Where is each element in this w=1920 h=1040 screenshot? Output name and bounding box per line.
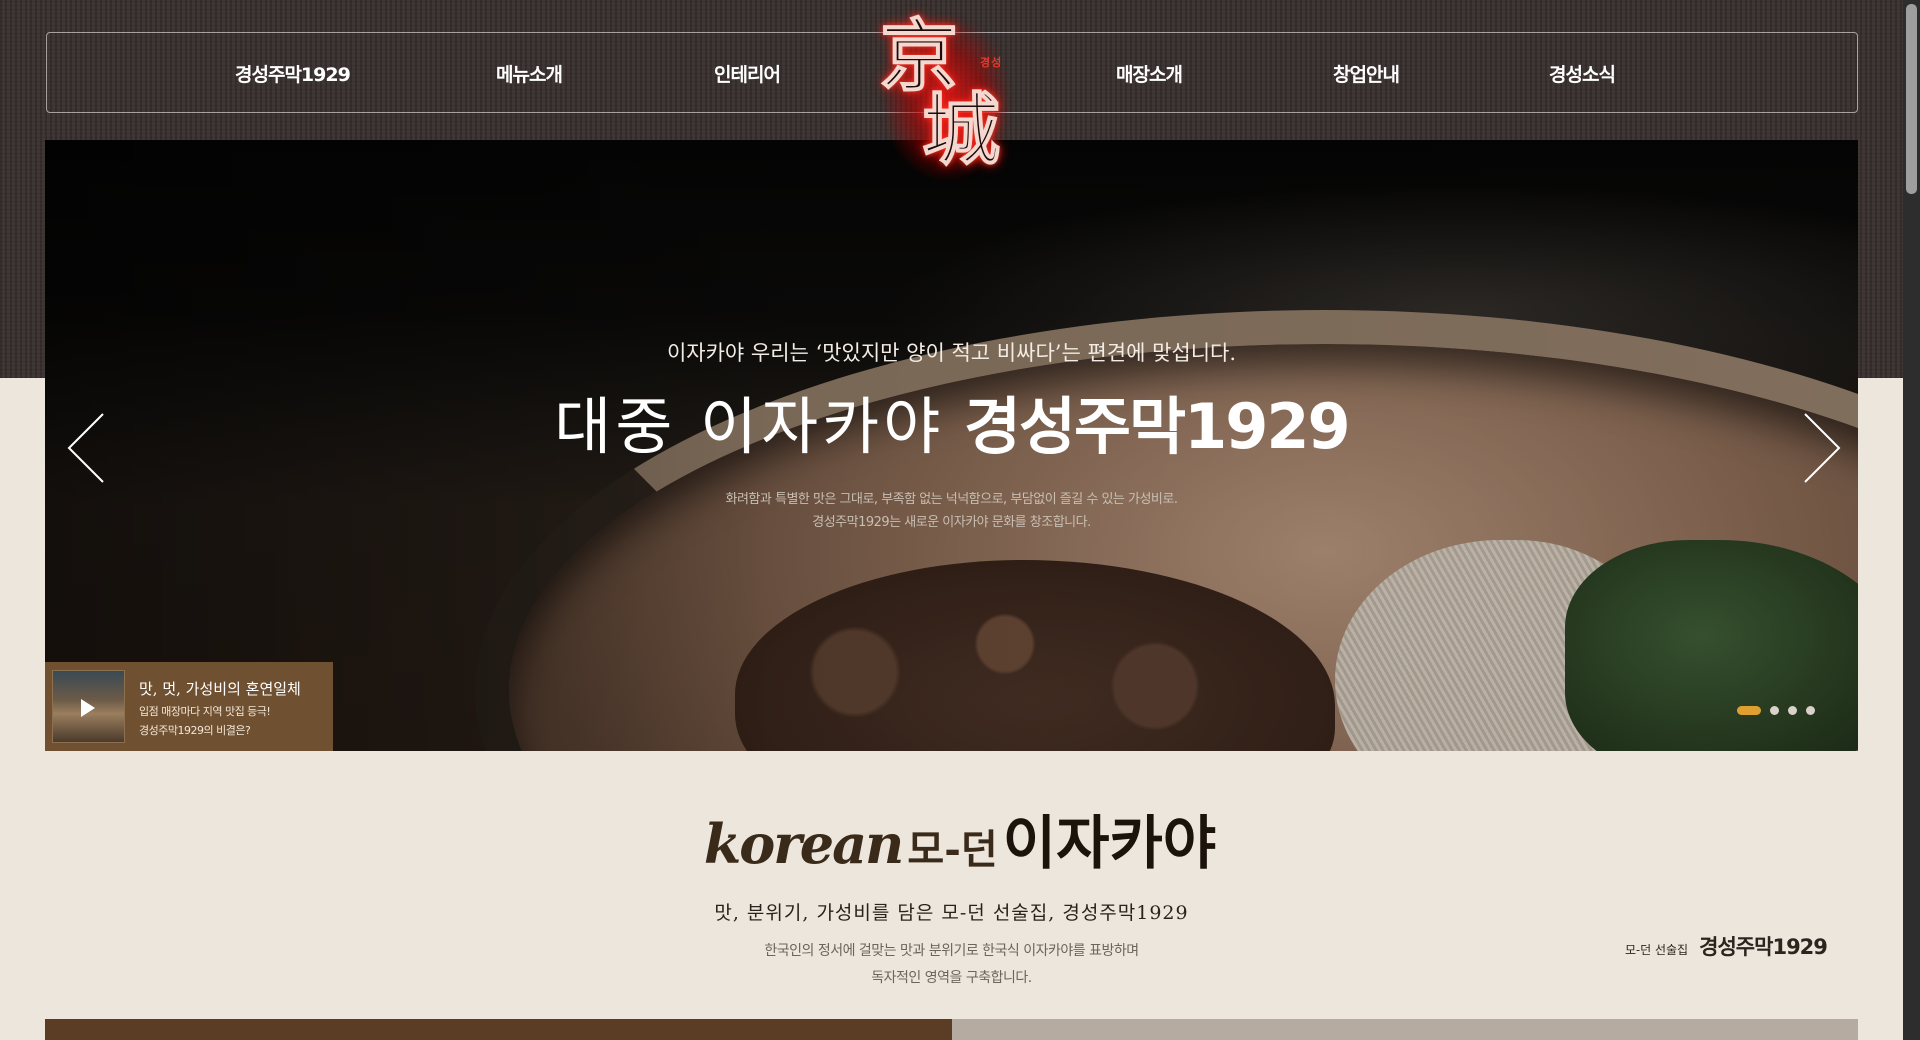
section-preview-left [45,1019,952,1040]
hero-title: 대중 이자카야 경성주막1929 [45,376,1858,466]
hero-title-bold: 경성주막1929 [963,390,1351,463]
nav-item-stores[interactable]: 매장소개 [1116,60,1183,86]
intro-heading: korean 모-던 이자카야 [660,796,1260,886]
nav-item-menu[interactable]: 메뉴소개 [496,60,563,86]
chevron-right-icon [1804,413,1841,483]
nav-item-news[interactable]: 경성소식 [1549,60,1616,86]
intro-heading-kr: 이자카야 [1002,809,1217,877]
side-brand-big: 경성주막1929 [1699,935,1828,959]
slider-next-button[interactable] [1793,408,1843,488]
logo-char-2: 城 [921,85,1001,176]
intro-desc-line-2: 독자적인 영역을 구축합니다. [871,970,1032,986]
nav-item-about[interactable]: 경성주막1929 [235,60,351,86]
brand-logo[interactable]: 京 城 경성 [876,6,1016,186]
hero-subtitle: 이자카야 우리는 ‘맛있지만 양이 적고 비싸다’는 편견에 맞섭니다. [666,341,1237,365]
logo-tag: 경성 [980,56,1003,69]
hero-description: 화려함과 특별한 맛은 그대로, 부족함 없는 넉넉함으로, 부담없이 즐길 수… [45,488,1858,534]
section-preview-right [952,1019,1858,1040]
intro-heading-en: korean [703,812,904,876]
slider-dot-1[interactable] [1737,706,1761,715]
intro-heading-mid: 모-던 [907,826,998,873]
hero-desc-line-1: 화려함과 특별한 맛은 그대로, 부족함 없는 넉넉함으로, 부담없이 즐길 수… [725,492,1178,507]
video-title: 맛, 멋, 가성비의 혼연일체 [139,680,301,698]
intro-subtitle: 맛, 분위기, 가성비를 담은 모-던 선술집, 경성주막1929 [714,902,1189,924]
video-line-2: 경성주막1929의 비결은? [139,724,251,737]
slider-dot-4[interactable] [1806,706,1815,715]
nav-item-franchise[interactable]: 창업안내 [1333,60,1400,86]
hero-slider: 이자카야 우리는 ‘맛있지만 양이 적고 비싸다’는 편견에 맞섭니다. 대중 … [45,140,1858,751]
slider-prev-button[interactable] [65,408,115,488]
slider-dot-2[interactable] [1770,706,1779,715]
play-icon [81,699,95,717]
chevron-left-icon [67,413,104,483]
nav-item-interior[interactable]: 인테리어 [714,60,781,86]
scrollbar-thumb[interactable] [1906,4,1917,194]
video-thumbnail[interactable] [52,670,125,743]
video-line-1: 입점 매장마다 지역 맛집 등극! [139,705,271,718]
hero-desc-line-2: 경성주막1929는 새로운 이자카야 문화를 창조합니다. [812,515,1091,530]
side-brand-small: 모-던 선술집 [1625,943,1689,957]
hero-title-light: 대중 이자카야 [554,390,945,463]
intro-desc-line-1: 한국인의 정서에 걸맞는 맛과 분위기로 한국식 이자카야를 표방하며 [764,943,1139,959]
video-promo-card[interactable]: 맛, 멋, 가성비의 혼연일체 입점 매장마다 지역 맛집 등극! 경성주막19… [45,662,333,751]
slider-dot-3[interactable] [1788,706,1797,715]
side-brand-mark: 모-던 선술집 경성주막1929 [1625,931,1828,961]
intro-description: 한국인의 정서에 걸맞는 맛과 분위기로 한국식 이자카야를 표방하며 독자적인… [0,938,1903,992]
page-scrollbar[interactable] [1903,0,1920,1040]
